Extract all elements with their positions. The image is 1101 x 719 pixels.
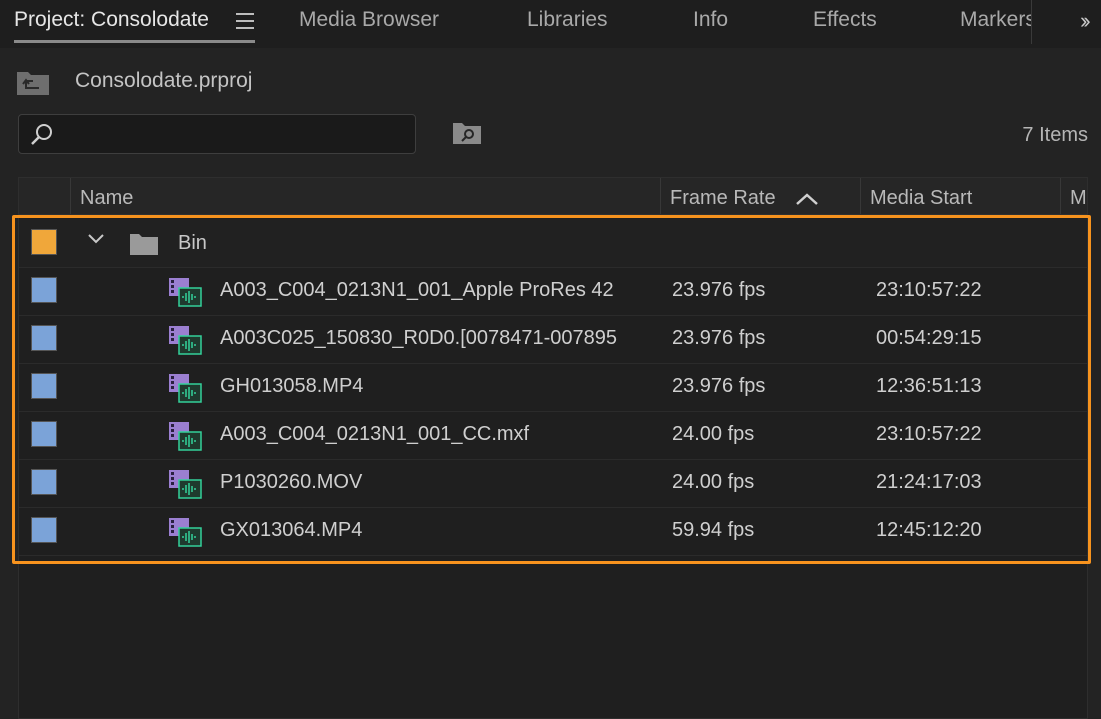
column-divider — [70, 178, 71, 214]
column-header-frame-rate[interactable]: Frame Rate — [670, 187, 776, 210]
label-color-swatch[interactable] — [31, 469, 57, 495]
clip-media-start: 23:10:57:22 — [876, 279, 982, 301]
table-row[interactable]: GH013058.MP4 23.976 fps 12:36:51:13 — [19, 363, 1087, 412]
clip-icon — [169, 422, 202, 451]
chevron-double-right-icon[interactable]: ›› — [1080, 8, 1090, 34]
clip-icon — [169, 326, 202, 355]
table-row[interactable]: A003_C004_0213N1_001_Apple ProRes 42 23.… — [19, 267, 1087, 316]
chevron-down-icon[interactable] — [87, 233, 105, 245]
label-color-swatch[interactable] — [31, 325, 57, 351]
tab-effects[interactable]: Effects — [813, 8, 877, 32]
tab-project[interactable]: Project: Consolodate — [14, 8, 209, 32]
clip-icon — [169, 470, 202, 499]
tab-media-browser[interactable]: Media Browser — [299, 8, 439, 32]
search-input[interactable] — [63, 119, 407, 149]
sort-ascending-icon[interactable] — [795, 192, 819, 206]
column-header-name[interactable]: Name — [80, 187, 133, 210]
project-item-table: Name Frame Rate Media Start M Bin A003_C… — [18, 177, 1088, 719]
parent-folder-icon[interactable] — [16, 68, 50, 96]
clip-name: A003C025_150830_R0D0.[0078471-007895 — [220, 327, 618, 349]
table-row[interactable]: A003C025_150830_R0D0.[0078471-007895 23.… — [19, 315, 1087, 364]
table-header: Name Frame Rate Media Start M — [19, 178, 1087, 215]
column-divider — [660, 178, 661, 214]
clip-name: A003_C004_0213N1_001_Apple ProRes 42 — [220, 279, 614, 301]
clip-media-start: 00:54:29:15 — [876, 327, 982, 349]
clip-media-start: 12:45:12:20 — [876, 519, 982, 541]
clip-media-start: 12:36:51:13 — [876, 375, 982, 397]
clip-frame-rate: 23.976 fps — [672, 375, 766, 397]
clip-name: GH013058.MP4 — [220, 375, 364, 397]
panel-menu-icon[interactable] — [236, 13, 254, 29]
column-header-next[interactable]: M — [1070, 187, 1087, 210]
clip-name: P1030260.MOV — [220, 471, 363, 493]
label-color-swatch[interactable] — [31, 421, 57, 447]
clip-frame-rate: 24.00 fps — [672, 423, 755, 445]
table-row[interactable]: A003_C004_0213N1_001_CC.mxf 24.00 fps 23… — [19, 411, 1087, 460]
bin-row[interactable]: Bin — [19, 219, 1087, 268]
clip-media-start: 21:24:17:03 — [876, 471, 982, 493]
table-row[interactable]: P1030260.MOV 24.00 fps 21:24:17:03 — [19, 459, 1087, 508]
clip-frame-rate: 24.00 fps — [672, 471, 755, 493]
clip-icon — [169, 374, 202, 403]
label-color-swatch[interactable] — [31, 517, 57, 543]
clip-media-start: 23:10:57:22 — [876, 423, 982, 445]
table-row[interactable]: GX013064.MP4 59.94 fps 12:45:12:20 — [19, 507, 1087, 556]
clip-frame-rate: 23.976 fps — [672, 279, 766, 301]
tab-libraries[interactable]: Libraries — [527, 8, 608, 32]
label-color-swatch[interactable] — [31, 277, 57, 303]
column-divider — [1060, 178, 1061, 214]
clip-name: A003_C004_0213N1_001_CC.mxf — [220, 423, 530, 445]
tab-info[interactable]: Info — [693, 8, 728, 32]
label-color-swatch[interactable] — [31, 229, 57, 255]
clip-icon — [169, 278, 202, 307]
find-folder-icon[interactable] — [452, 121, 482, 145]
label-color-swatch[interactable] — [31, 373, 57, 399]
clip-frame-rate: 23.976 fps — [672, 327, 766, 349]
project-filename: Consolodate.prproj — [75, 69, 253, 92]
clip-name: GX013064.MP4 — [220, 519, 363, 541]
search-icon — [31, 124, 52, 145]
clip-frame-rate: 59.94 fps — [672, 519, 755, 541]
panel-tab-bar: Project: Consolodate Media Browser Libra… — [0, 0, 1101, 48]
items-count: 7 Items — [1022, 124, 1088, 146]
bin-name: Bin — [178, 232, 207, 254]
tab-divider — [1031, 0, 1032, 44]
column-header-media-start[interactable]: Media Start — [870, 187, 972, 210]
tab-markers[interactable]: Markers — [960, 8, 1032, 32]
folder-icon — [130, 234, 158, 255]
column-divider — [860, 178, 861, 214]
clip-icon — [169, 518, 202, 547]
active-tab-indicator — [14, 40, 255, 43]
search-field[interactable] — [18, 114, 416, 154]
